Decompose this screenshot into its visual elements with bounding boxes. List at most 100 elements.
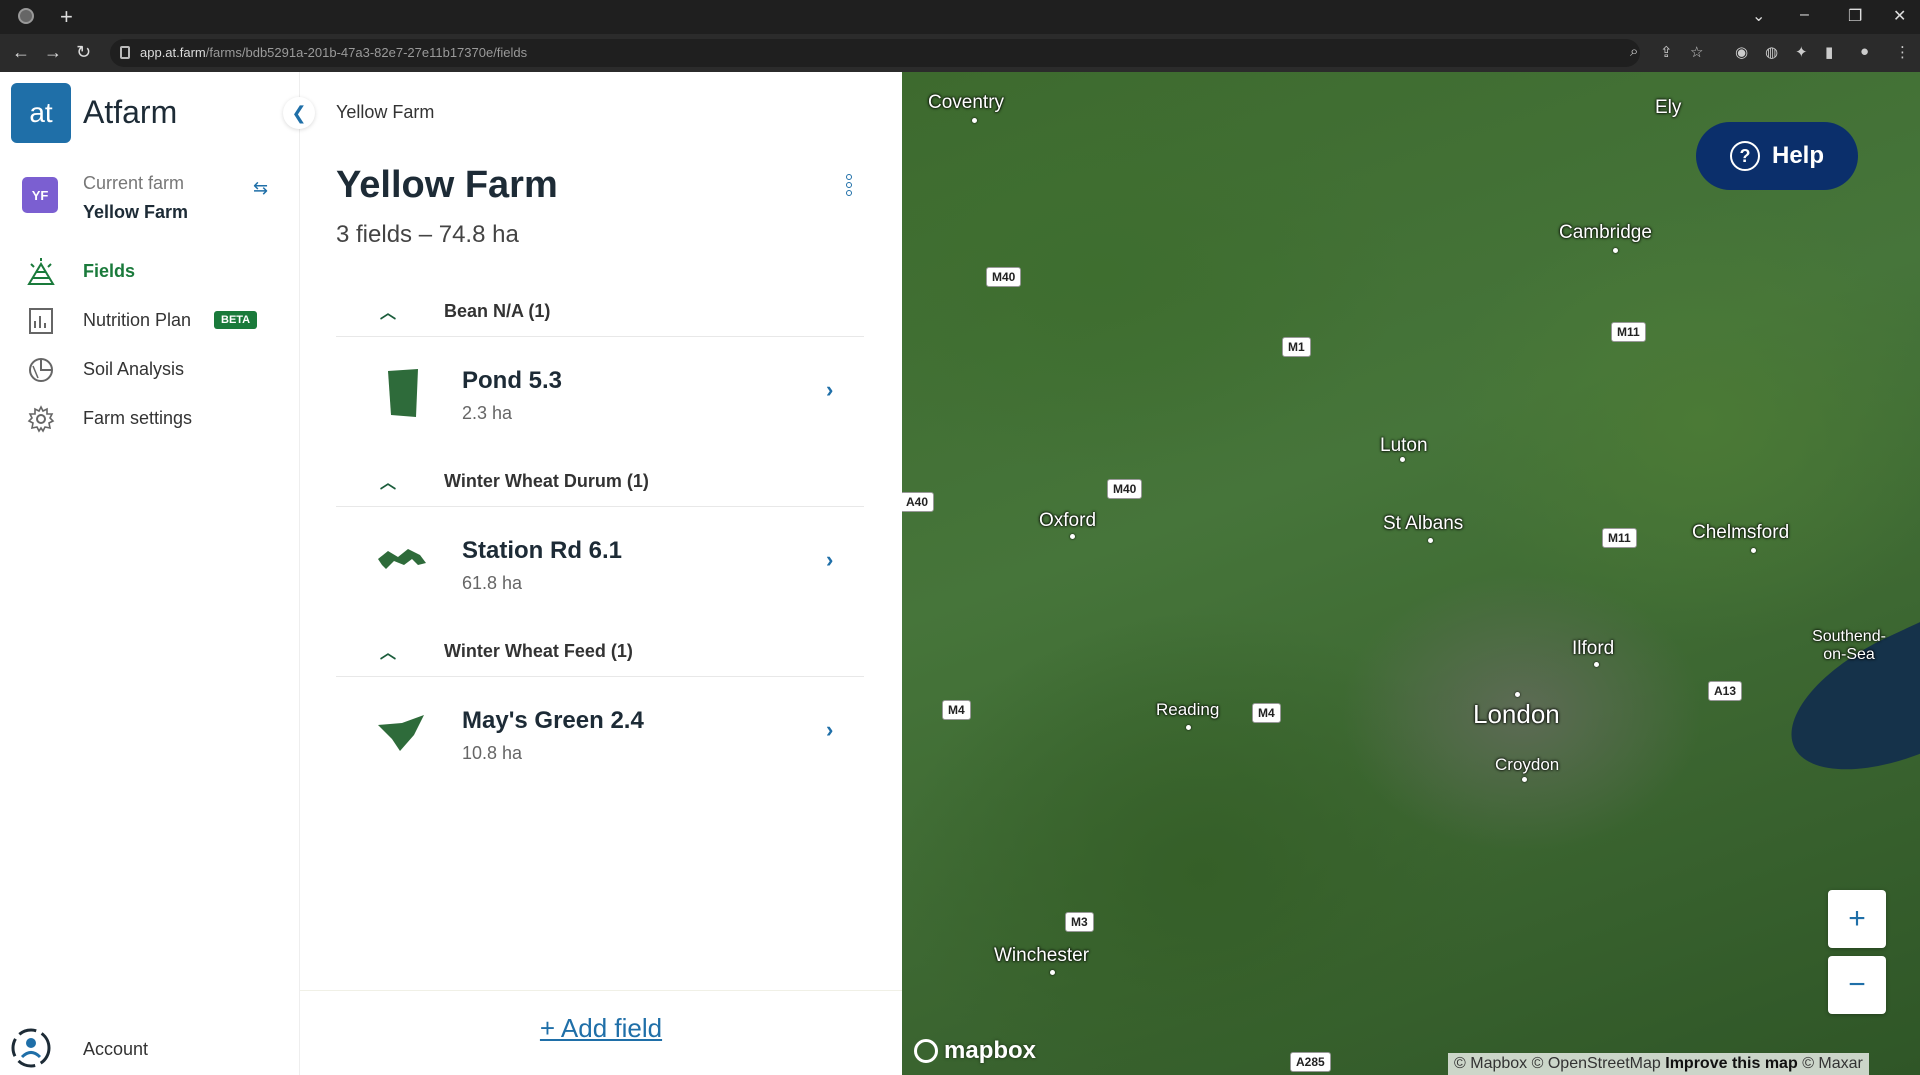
sidepanel-icon[interactable]: ▮	[1825, 43, 1833, 61]
chevron-left-icon: ❮	[291, 102, 307, 123]
breadcrumb[interactable]: Yellow Farm	[336, 102, 434, 123]
fields-icon	[27, 258, 55, 285]
profile-icon[interactable]: ●	[1860, 43, 1869, 60]
city-label-london: London	[1473, 699, 1560, 729]
url-domain: app.at.farm	[140, 45, 206, 60]
extension-icon[interactable]: ◍	[1765, 43, 1778, 61]
attribution-mapbox[interactable]: © Mapbox	[1454, 1055, 1527, 1072]
beta-badge: BETA	[214, 311, 258, 329]
crop-group-header[interactable]: ︿ Bean N/A (1)	[336, 287, 864, 337]
close-window-icon[interactable]: ✕	[1893, 6, 1906, 26]
mapbox-mark-icon	[914, 1039, 938, 1063]
field-name: Pond 5.3	[462, 367, 563, 394]
puzzle-icon[interactable]: ✦	[1795, 43, 1808, 61]
collapse-sidebar-button[interactable]: ❮	[283, 97, 315, 129]
nav-item-nutrition-plan[interactable]: Nutrition Plan BETA	[0, 295, 300, 345]
nav-item-fields[interactable]: Fields	[0, 246, 300, 296]
forward-icon[interactable]: →	[44, 42, 62, 63]
city-label-ely: Ely	[1655, 97, 1682, 118]
restore-icon[interactable]: ❐	[1848, 6, 1862, 26]
field-row[interactable]: Station Rd 6.1 61.8 ha ›	[336, 507, 864, 627]
field-shape-icon	[378, 715, 424, 751]
browser-address-bar: ← → ↻ app.at.farm/farms/bdb5291a-201b-47…	[0, 34, 1920, 72]
field-row[interactable]: May's Green 2.4 10.8 ha ›	[336, 677, 864, 797]
city-label-oxford: Oxford	[1039, 510, 1097, 531]
switch-farm-icon[interactable]: ⇆	[253, 178, 268, 199]
mapbox-logo[interactable]: mapbox	[914, 1037, 1036, 1065]
minimize-icon[interactable]: –	[1800, 6, 1809, 24]
account-icon[interactable]	[10, 1027, 52, 1069]
road-label: A285	[1290, 1052, 1331, 1072]
fields-panel: Yellow Farm Yellow Farm 3 fields – 74.8 …	[300, 72, 902, 1075]
chevron-up-icon: ︿	[380, 475, 397, 492]
chevron-right-icon[interactable]: ›	[826, 717, 833, 743]
city-label-croydon: Croydon	[1495, 755, 1560, 774]
thames-estuary	[1768, 582, 1920, 802]
share-icon[interactable]: ⇪	[1660, 43, 1673, 61]
field-area: 10.8 ha	[462, 743, 523, 763]
city-label-st-albans: St Albans	[1383, 513, 1464, 534]
reload-icon[interactable]: ↻	[76, 42, 91, 63]
bookmark-star-icon[interactable]: ☆	[1690, 43, 1703, 61]
back-icon[interactable]: ←	[12, 42, 30, 63]
city-label-winchester: Winchester	[994, 945, 1090, 966]
help-button[interactable]: ? Help	[1696, 122, 1858, 190]
road-label: M40	[986, 267, 1022, 287]
question-icon: ?	[1729, 141, 1760, 171]
account-link[interactable]: Account	[83, 1039, 148, 1060]
nav-item-soil-analysis[interactable]: Soil Analysis	[0, 344, 300, 394]
chevron-up-icon: ︿	[380, 305, 397, 322]
crop-group-title: Winter Wheat Durum (1)	[444, 471, 649, 491]
nav-item-farm-settings[interactable]: Farm settings	[0, 393, 300, 443]
road-label: M4	[942, 700, 971, 720]
road-label: A13	[1708, 681, 1743, 701]
nav-item-label: Farm settings	[83, 408, 193, 428]
nav-item-label: Soil Analysis	[83, 359, 185, 379]
field-shape-icon	[388, 369, 418, 417]
field-area: 2.3 ha	[462, 403, 513, 423]
satellite-map[interactable]: Coventry Ely Cambridge Luton Oxford St A…	[902, 72, 1920, 1075]
city-label-cambridge: Cambridge	[1559, 222, 1652, 243]
road-label: M3	[1065, 912, 1094, 932]
map-attribution: © Mapbox © OpenStreetMap Improve this ma…	[1448, 1053, 1869, 1075]
lock-icon[interactable]	[120, 46, 130, 59]
road-label: M11	[1602, 528, 1637, 548]
current-farm-label: Current farm	[83, 173, 185, 193]
attribution-maxar[interactable]: © Maxar	[1802, 1055, 1863, 1072]
extension-icon[interactable]: ◉	[1735, 43, 1748, 61]
menu-icon[interactable]: ⋮	[1895, 43, 1910, 61]
nav-item-label: Fields	[83, 261, 136, 281]
current-farm-name: Yellow Farm	[83, 202, 189, 222]
zoom-out-button[interactable]: −	[1828, 956, 1886, 1014]
add-field-link[interactable]: + Add field	[300, 1013, 902, 1044]
chevron-right-icon[interactable]: ›	[826, 547, 833, 573]
new-tab-icon[interactable]: +	[60, 4, 73, 30]
chevron-right-icon[interactable]: ›	[826, 377, 833, 403]
zoom-icon[interactable]: ⌕	[1630, 43, 1638, 60]
improve-map-link[interactable]: Improve this map	[1665, 1055, 1797, 1072]
panel-footer: + Add field	[300, 990, 902, 1075]
crop-group-title: Bean N/A (1)	[444, 301, 551, 321]
attribution-osm[interactable]: © OpenStreetMap	[1532, 1055, 1661, 1072]
browser-tab-bar: + ⌄ – ❐ ✕	[0, 0, 1920, 34]
url-path: /farms/bdb5291a-201b-47a3-82e7-27e11b173…	[205, 45, 528, 60]
crop-group-header[interactable]: ︿ Winter Wheat Feed (1)	[336, 627, 864, 677]
tab-favicon-icon[interactable]	[18, 8, 34, 24]
city-label-ilford: Ilford	[1572, 638, 1615, 659]
url-input[interactable]: app.at.farm/farms/bdb5291a-201b-47a3-82e…	[110, 39, 1640, 67]
crop-group-header[interactable]: ︿ Winter Wheat Durum (1)	[336, 457, 864, 507]
city-label-coventry: Coventry	[928, 92, 1005, 113]
atfarm-logo[interactable]: at	[11, 83, 71, 143]
road-label: A40	[902, 492, 935, 512]
field-row[interactable]: Pond 5.3 2.3 ha ›	[336, 337, 864, 457]
nav-item-label: Nutrition Plan	[83, 310, 192, 330]
city-label-chelmsford: Chelmsford	[1692, 522, 1790, 543]
road-label: M1	[1282, 337, 1311, 357]
chevron-up-icon: ︿	[380, 645, 397, 662]
more-options-icon[interactable]	[841, 172, 857, 204]
tab-search-icon[interactable]: ⌄	[1752, 6, 1765, 26]
city-label-luton: Luton	[1380, 435, 1428, 456]
zoom-in-button[interactable]: +	[1828, 890, 1886, 948]
field-area: 61.8 ha	[462, 573, 523, 593]
field-shape-icon	[378, 549, 426, 569]
